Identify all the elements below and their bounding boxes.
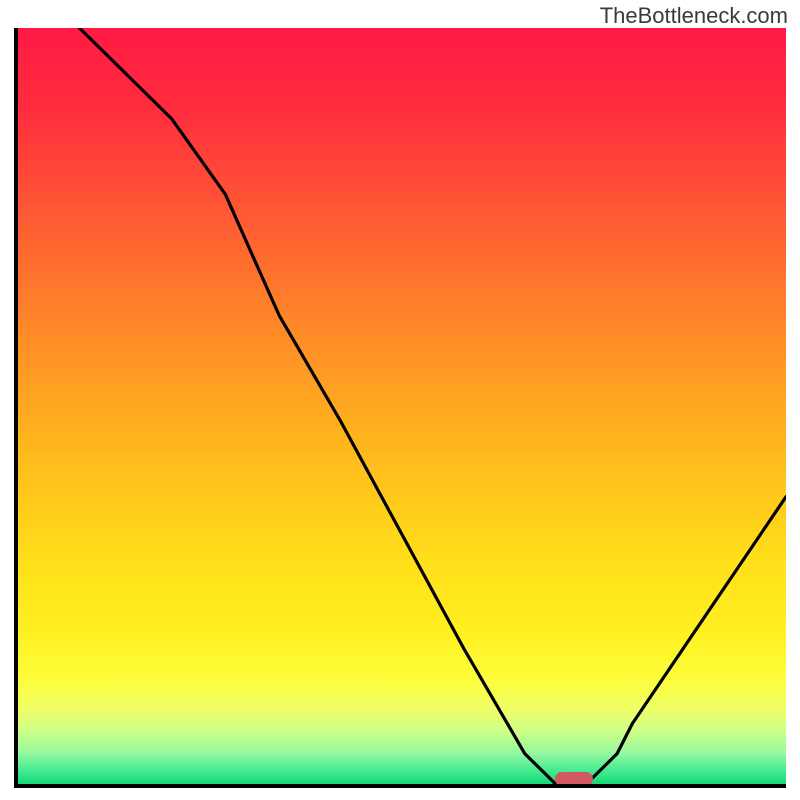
watermark-text: TheBottleneck.com (600, 3, 788, 29)
optimal-marker (555, 772, 593, 786)
chart-container (14, 28, 786, 788)
plot-area (14, 28, 786, 788)
gradient-background (18, 28, 786, 784)
